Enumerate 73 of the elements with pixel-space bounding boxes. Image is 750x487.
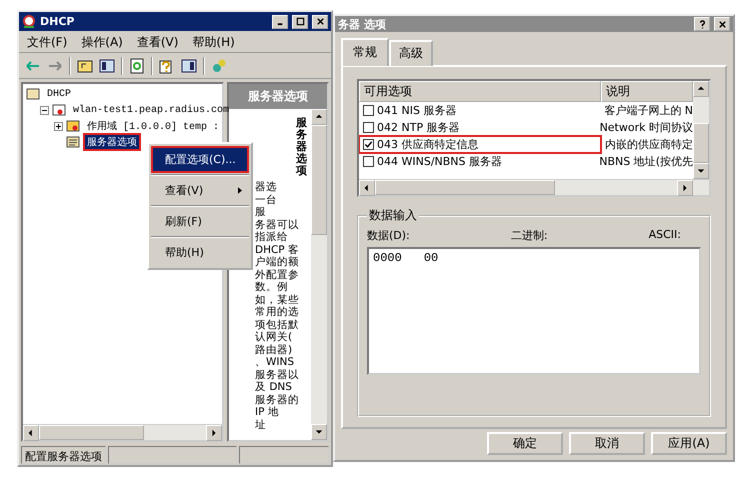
- tree-item[interactable]: DHCP: [43, 86, 76, 102]
- scrollbar[interactable]: [359, 179, 709, 195]
- menu-item[interactable]: 查看(V): [136, 34, 178, 49]
- arrow-icon: [315, 428, 323, 436]
- field-label: 二进制:: [510, 228, 548, 243]
- option-cell[interactable]: 042 NTP 服务器: [359, 119, 596, 136]
- tab[interactable]: 常规: [341, 38, 389, 66]
- checkbox[interactable]: [363, 105, 374, 116]
- tab[interactable]: 高级: [389, 40, 433, 66]
- menu-item[interactable]: 文件(F): [27, 34, 68, 49]
- arrow-icon: [210, 429, 218, 437]
- expand-toggle[interactable]: [54, 122, 63, 130]
- field-label: 数据(D):: [367, 228, 410, 243]
- pane-title: 服务器选项: [296, 117, 307, 178]
- arrow-icon: [315, 113, 323, 121]
- description-cell-text: NBNS 地址(按优先: [598, 154, 693, 169]
- menu-item[interactable]: 操作(A): [81, 34, 123, 49]
- field-label: ASCII:: [648, 228, 681, 243]
- arrow-icon: [27, 429, 35, 437]
- group-label: 数据输入: [368, 207, 418, 224]
- description-cell-text: 内嵌的供应商特定: [604, 137, 693, 152]
- arrow-icon: [697, 85, 705, 93]
- folder-icon: [66, 119, 80, 133]
- dialog-button[interactable]: 应用(A): [651, 432, 727, 455]
- option-cell[interactable]: 044 WINS/NBNS 服务器: [359, 153, 596, 170]
- window-title: DHCP: [40, 15, 76, 28]
- checkbox[interactable]: [363, 139, 374, 150]
- menu-item[interactable]: 帮助(H): [151, 239, 249, 266]
- arrow-icon: [363, 184, 371, 192]
- window-title: 务器 选项: [338, 16, 387, 32]
- close-button[interactable]: [714, 17, 730, 31]
- menu-item[interactable]: 查看(V): [151, 177, 249, 204]
- status-text: 配置服务器选项: [21, 446, 106, 464]
- pane-header: 服务器选项: [229, 84, 327, 109]
- dialog-button[interactable]: 取消: [569, 432, 645, 455]
- maximize-icon: [296, 17, 304, 26]
- pane-icon[interactable]: [99, 58, 115, 74]
- close-button[interactable]: [312, 14, 328, 28]
- refresh-icon[interactable]: [129, 58, 145, 74]
- option-cell[interactable]: 043 供应商特定信息: [359, 136, 601, 153]
- close-icon: [718, 20, 726, 28]
- folder-icon: [66, 135, 80, 149]
- expand-toggle[interactable]: [40, 106, 49, 114]
- minimize-button[interactable]: [272, 14, 288, 28]
- dialog-button[interactable]: 确定: [487, 432, 563, 455]
- column-header[interactable]: 说明: [601, 81, 693, 102]
- question-mark-icon: [698, 20, 706, 28]
- pane-icon[interactable]: [181, 58, 197, 74]
- submenu-arrow-icon: [238, 187, 242, 194]
- checkbox[interactable]: [363, 156, 374, 167]
- server-icon: [52, 103, 66, 117]
- tree-item[interactable]: 作用域 [1.0.0.0] temp :: [83, 117, 224, 135]
- menu-item[interactable]: 刷新(F): [151, 208, 249, 235]
- arrow-icon: [697, 167, 705, 175]
- arrow-icon: [681, 184, 689, 192]
- help-button[interactable]: [694, 17, 710, 31]
- tree-item[interactable]: 服务器选项: [83, 133, 141, 151]
- scrollbar[interactable]: [311, 109, 327, 440]
- menu-item[interactable]: 帮助(H): [192, 34, 235, 49]
- description-cell-text: Network 时间协议: [598, 120, 693, 135]
- close-icon: [316, 17, 324, 26]
- maximize-button[interactable]: [292, 14, 308, 28]
- option-cell[interactable]: 041 NIS 服务器: [359, 102, 600, 119]
- pane-description: 器选 一台 服 务器可以 指派给 DHCP 客 户端的额 外配置参 数。例 如，某些 常用的选 项包括默 认网关( 路由器) 、WINS 服务器以 及 DNS 服务器的 IP 地 址: [255, 181, 300, 432]
- checkmark-icon: [364, 140, 373, 149]
- checkbox[interactable]: [363, 122, 374, 133]
- scrollbar[interactable]: [23, 424, 222, 440]
- menu-item[interactable]: 配置选项(C)...: [151, 146, 249, 173]
- description-cell-text: 客户端子网上的 N: [603, 103, 693, 118]
- folder-up-icon[interactable]: [77, 58, 93, 74]
- scrollbar[interactable]: [693, 81, 709, 179]
- data-field[interactable]: 0000 00: [367, 247, 701, 375]
- column-header[interactable]: 可用选项: [359, 81, 601, 102]
